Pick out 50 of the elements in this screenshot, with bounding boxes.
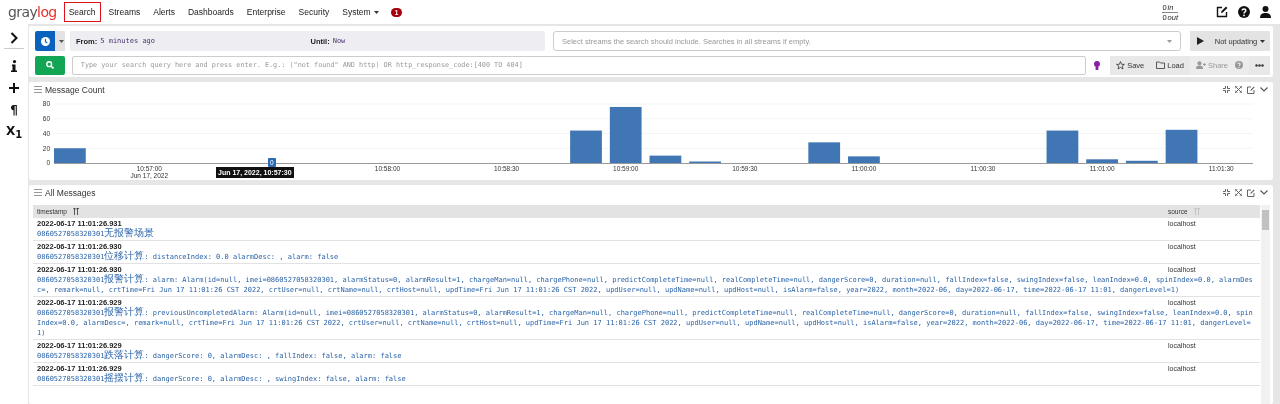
plus-icon[interactable] xyxy=(9,83,19,93)
nav-tab[interactable]: System xyxy=(337,2,384,22)
ellipsis-icon xyxy=(1255,63,1264,67)
compress-icon[interactable] xyxy=(1223,86,1230,93)
nav-tab[interactable]: Streams xyxy=(103,2,146,22)
sidebar-toggle[interactable]: ¶ xyxy=(10,103,18,117)
play-icon xyxy=(1196,37,1204,45)
chart-bar[interactable] xyxy=(1165,129,1198,163)
time-range-button[interactable] xyxy=(35,31,55,51)
expand-icon[interactable] xyxy=(1235,86,1242,93)
compress-icon[interactable] xyxy=(1223,189,1230,196)
nav-tab[interactable]: Search xyxy=(63,2,101,22)
search-icon xyxy=(45,61,54,69)
user-icon[interactable] xyxy=(1260,6,1271,18)
chart-bar[interactable] xyxy=(609,106,642,163)
sort-icon[interactable] xyxy=(73,208,79,215)
nav-tab[interactable]: Enterprise xyxy=(241,2,291,22)
chart-bar[interactable] xyxy=(1125,160,1158,163)
help-icon[interactable] xyxy=(1238,6,1250,18)
chart-bar[interactable] xyxy=(1046,130,1079,163)
time-range-dropdown[interactable] xyxy=(55,31,65,51)
caret-icon xyxy=(1167,39,1172,43)
sidebar-toggle[interactable]: X$_{1}$ xyxy=(5,123,23,141)
chevron-right-icon[interactable] xyxy=(10,31,18,44)
widget-title: Message Count xyxy=(45,84,105,95)
edit-icon[interactable] xyxy=(1216,6,1228,18)
play-button[interactable] xyxy=(1190,31,1210,51)
chevron-down-icon[interactable] xyxy=(1260,87,1268,92)
caret-icon xyxy=(59,39,64,43)
lightbulb-icon[interactable] xyxy=(1094,60,1101,70)
user-plus-icon xyxy=(1195,61,1206,69)
menu-icon[interactable] xyxy=(34,86,42,93)
search-button[interactable] xyxy=(35,55,65,75)
star-icon xyxy=(1116,60,1126,70)
scrollbar[interactable] xyxy=(1261,205,1270,404)
expand-icon[interactable] xyxy=(1235,189,1242,196)
nav-tab[interactable]: Security xyxy=(293,2,335,22)
nav-tab[interactable]: Alerts xyxy=(148,2,180,22)
clock-icon xyxy=(40,36,50,46)
folder-icon xyxy=(1156,61,1166,69)
caret-icon xyxy=(1260,39,1266,43)
nav-tab[interactable]: Dashboards xyxy=(183,2,239,22)
menu-icon[interactable] xyxy=(34,189,42,196)
chevron-down-icon[interactable] xyxy=(1260,190,1268,195)
chart-bar[interactable] xyxy=(649,155,682,163)
widget-title: All Messages xyxy=(45,187,96,198)
info-icon[interactable] xyxy=(11,60,17,72)
chart-bar[interactable] xyxy=(808,142,841,163)
graylog-logo[interactable]: graylog xyxy=(8,4,57,20)
chart-bar[interactable] xyxy=(570,130,602,163)
